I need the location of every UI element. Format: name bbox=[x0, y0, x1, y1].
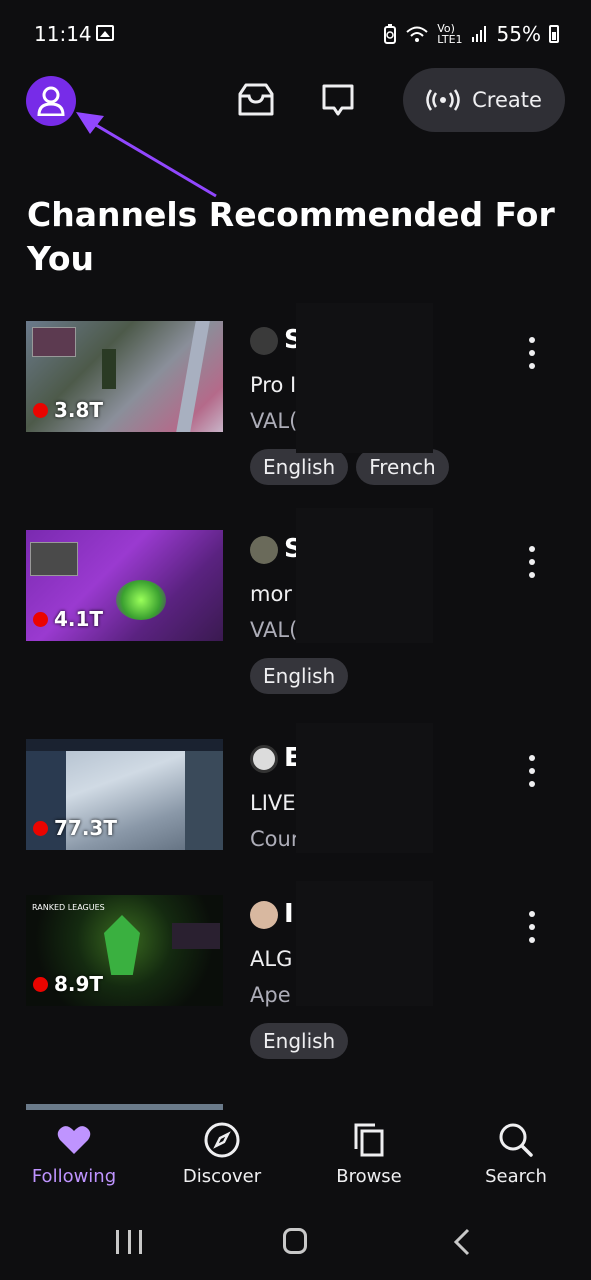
tag-chip[interactable]: French bbox=[356, 449, 449, 485]
heart-icon bbox=[56, 1122, 92, 1158]
nav-search[interactable]: Search bbox=[456, 1122, 576, 1187]
battery-saver-icon bbox=[384, 24, 397, 44]
redacted-area bbox=[296, 508, 433, 643]
signal-icon bbox=[471, 26, 486, 42]
more-options-icon[interactable] bbox=[524, 755, 540, 787]
broadcast-icon bbox=[426, 89, 460, 111]
home-icon[interactable] bbox=[283, 1228, 307, 1254]
weapon bbox=[176, 321, 210, 432]
scoreboard bbox=[26, 739, 223, 751]
viewer-count: 77.3T bbox=[33, 816, 117, 840]
nav-following[interactable]: Following bbox=[14, 1122, 134, 1187]
browse-icon bbox=[351, 1122, 387, 1158]
wifi-icon bbox=[406, 26, 428, 42]
tag-chip[interactable]: English bbox=[250, 658, 349, 694]
profile-avatar-button[interactable] bbox=[26, 76, 76, 126]
game-name[interactable]: VAL( bbox=[250, 618, 297, 642]
effect-glow bbox=[116, 580, 166, 620]
channel-avatar[interactable] bbox=[250, 536, 278, 564]
recent-apps-icon[interactable] bbox=[116, 1230, 142, 1254]
more-options-icon[interactable] bbox=[524, 911, 540, 943]
redacted-area bbox=[296, 723, 433, 853]
status-bar: 11:14 Vo) LTE1 55% bbox=[0, 0, 591, 66]
stream-figure bbox=[102, 349, 116, 389]
channel-avatar[interactable] bbox=[250, 901, 278, 929]
stream-thumbnail[interactable]: 4.1T bbox=[26, 530, 223, 641]
channel-card[interactable]: 3.8T S Pro I ER ... VAL( English French bbox=[26, 303, 571, 486]
channel-card[interactable]: 77.3T E ) LIVE vs ... Cour Glo... bbox=[26, 723, 571, 859]
nav-label: Search bbox=[485, 1166, 547, 1187]
facecam bbox=[32, 327, 76, 357]
more-options-icon[interactable] bbox=[524, 337, 540, 369]
game-name[interactable]: Ape bbox=[250, 983, 291, 1007]
channel-avatar[interactable] bbox=[250, 745, 278, 773]
tag-list: English bbox=[250, 1023, 349, 1059]
back-icon[interactable] bbox=[452, 1228, 472, 1256]
network-label: Vo) LTE1 bbox=[437, 22, 463, 46]
bottom-nav: Following Discover Browse Search bbox=[0, 1110, 591, 1206]
channel-card[interactable]: 4.1T S mor of r... VAL( English bbox=[26, 508, 571, 695]
viewer-count: 4.1T bbox=[33, 607, 103, 631]
user-icon bbox=[37, 86, 65, 116]
tag-chip[interactable]: English bbox=[250, 1023, 349, 1059]
compass-icon bbox=[204, 1122, 240, 1158]
nav-browse[interactable]: Browse bbox=[309, 1122, 429, 1187]
viewer-count: 8.9T bbox=[33, 972, 103, 996]
nav-label: Following bbox=[31, 1166, 117, 1187]
annotation-arrow bbox=[76, 112, 217, 198]
create-button[interactable]: Create bbox=[403, 68, 565, 132]
search-icon bbox=[498, 1122, 534, 1158]
side-panel bbox=[185, 751, 223, 850]
section-title: Channels Recommended For You bbox=[27, 195, 555, 278]
thumbnail-caption: RANKED LEAGUES bbox=[32, 903, 105, 912]
gallery-icon bbox=[96, 25, 114, 41]
status-indicators: Vo) LTE1 55% bbox=[383, 22, 559, 46]
nav-discover[interactable]: Discover bbox=[162, 1122, 282, 1187]
tag-list: English French bbox=[250, 449, 449, 485]
tag-chip[interactable]: English bbox=[250, 449, 349, 485]
create-label: Create bbox=[472, 88, 542, 112]
stream-thumbnail[interactable]: RANKED LEAGUES 8.9T bbox=[26, 895, 223, 1006]
more-options-icon[interactable] bbox=[524, 546, 540, 578]
game-emblem bbox=[104, 915, 140, 975]
channel-card[interactable]: RANKED LEAGUES 8.9T I ALG TY L... Ape En… bbox=[26, 881, 571, 1060]
whispers-icon[interactable] bbox=[320, 82, 356, 118]
live-dot bbox=[33, 820, 48, 836]
redacted-area bbox=[296, 303, 433, 453]
tag-list: English bbox=[250, 658, 349, 694]
facecam bbox=[30, 542, 78, 576]
redacted-area bbox=[296, 881, 433, 1006]
game-name[interactable]: VAL( bbox=[250, 409, 297, 433]
stream-thumbnail[interactable]: 3.8T bbox=[26, 321, 223, 432]
viewer-count: 3.8T bbox=[33, 398, 103, 422]
inbox-icon[interactable] bbox=[236, 82, 276, 118]
channel-name[interactable]: I bbox=[284, 899, 294, 929]
live-dot bbox=[33, 976, 48, 992]
live-dot bbox=[33, 402, 48, 418]
cam-panel bbox=[172, 923, 220, 949]
system-nav-bar bbox=[0, 1206, 591, 1280]
channel-avatar[interactable] bbox=[250, 327, 278, 355]
battery-icon bbox=[549, 25, 559, 43]
battery-percent: 55% bbox=[496, 22, 541, 46]
status-time: 11:14 bbox=[34, 22, 92, 46]
nav-label: Discover bbox=[182, 1166, 262, 1187]
nav-label: Browse bbox=[336, 1166, 402, 1187]
stream-thumbnail[interactable]: 77.3T bbox=[26, 739, 223, 850]
live-dot bbox=[33, 611, 48, 627]
